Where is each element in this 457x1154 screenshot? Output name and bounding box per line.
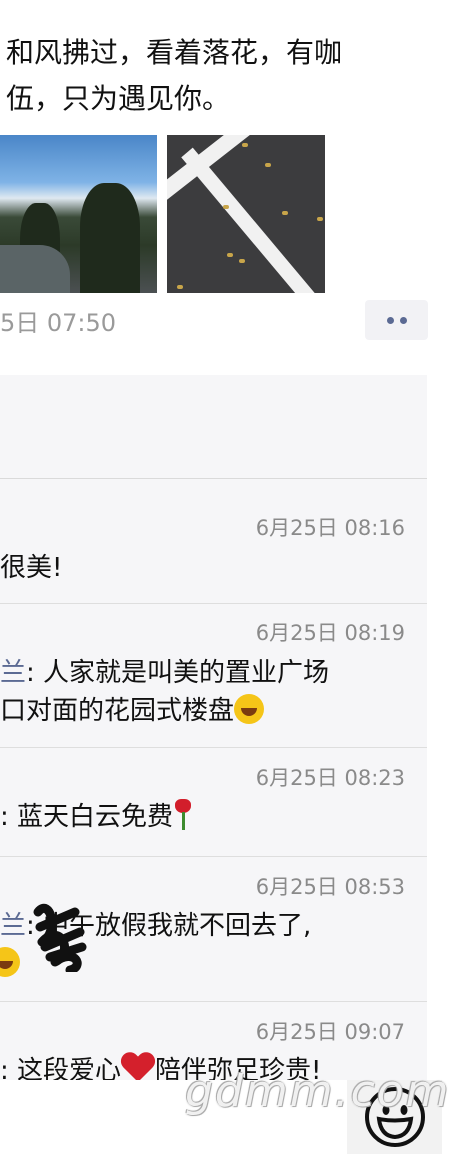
comment-body: : 蓝天白云免费 [0, 802, 174, 832]
comment-item[interactable]: 6月25日 08:19 兰: 人家就是叫美的置业广场 口对面的花园式楼盘 [0, 604, 427, 748]
comment-text: 兰: 人家就是叫美的置业广场 [0, 654, 329, 692]
post-photo-2[interactable] [167, 135, 325, 293]
comment-body: 很美! [0, 553, 63, 583]
photo-petal [242, 143, 248, 147]
post-text-line-2: 伍，只为遇见你。 [6, 82, 231, 115]
post-timestamp: 5日 07:50 [0, 309, 117, 337]
more-dots-icon [399, 316, 407, 324]
comment-item[interactable]: 6月25日 08:23 : 蓝天白云免费 [0, 748, 427, 857]
photo-petal [317, 217, 323, 221]
comment-time: 6月25日 08:53 [255, 875, 405, 899]
comment-item[interactable]: 6月25日 08:16 很美! [0, 479, 427, 604]
more-dots-icon [386, 316, 394, 324]
comment-time: 6月25日 08:23 [255, 766, 405, 790]
heart-emoji-icon [121, 1053, 155, 1080]
photo-road-stripe [181, 147, 325, 293]
comment-text: 很美! [0, 549, 62, 587]
photo-petal [265, 163, 271, 167]
comment-body: : 这段爱心 [0, 1056, 122, 1080]
comment-author[interactable]: 兰 [0, 658, 26, 688]
photo-petal [282, 211, 288, 215]
post-photo-1[interactable] [0, 135, 157, 293]
comment-time: 6月25日 08:16 [255, 516, 405, 540]
comment-time: 6月25日 08:19 [255, 621, 405, 645]
comment-time: 6月25日 09:07 [255, 1020, 405, 1044]
comment-text: : 蓝天白云免费 [0, 798, 193, 836]
post-text-line-1: 和风拂过，看着落花，有咖 [6, 36, 343, 69]
comment-body: 口对面的花园式楼盘 [0, 696, 235, 726]
comment-text: 口对面的花园式楼盘 [0, 692, 265, 730]
rose-emoji-icon [173, 799, 193, 831]
comments-section: 6月25日 08:16 很美! 6月25日 08:19 兰: 人家就是叫美的置业… [0, 375, 427, 1080]
scribble-mark [33, 904, 87, 972]
watermark: gdmm.com [185, 1066, 451, 1117]
post-text: 和风拂过，看着落花，有咖 伍，只为遇见你。 [6, 30, 446, 122]
comment-text [0, 945, 20, 983]
photo-petal [223, 205, 229, 209]
more-button[interactable] [365, 300, 428, 340]
likes-area [0, 375, 427, 479]
comment-author[interactable]: 兰 [0, 911, 26, 941]
comment-body: : 人家就是叫美的置业广场 [26, 658, 330, 688]
photo-petal [239, 259, 245, 263]
laughing-emoji-icon [234, 694, 265, 724]
photo-petal [227, 253, 233, 257]
photo-tree-shape [80, 183, 140, 293]
laughing-emoji-icon [0, 947, 20, 977]
photo-table-shape [0, 245, 70, 293]
photo-petal [177, 285, 183, 289]
